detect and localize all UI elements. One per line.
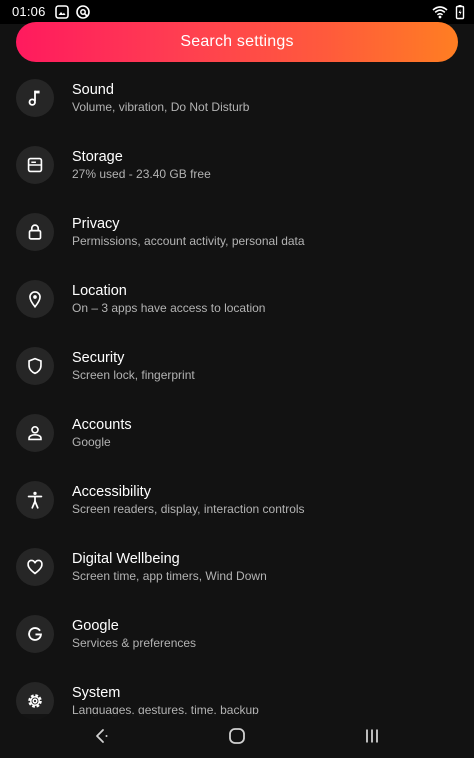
settings-item-privacy[interactable]: Privacy Permissions, account activity, p… <box>0 198 474 265</box>
wifi-icon <box>432 4 448 20</box>
settings-item-digital-wellbeing[interactable]: Digital Wellbeing Screen time, app timer… <box>0 533 474 600</box>
item-title: System <box>72 685 121 701</box>
accessibility-icon <box>16 481 54 519</box>
item-summary: Screen lock, fingerprint <box>72 368 195 382</box>
settings-item-sound[interactable]: Sound Volume, vibration, Do Not Disturb <box>0 64 474 131</box>
item-summary: 27% used - 23.40 GB free <box>72 167 211 181</box>
item-summary: Services & preferences <box>72 636 197 650</box>
shield-icon <box>16 347 54 385</box>
item-summary: Google <box>72 435 111 449</box>
settings-item-accounts[interactable]: Accounts Google <box>0 399 474 466</box>
search-settings-bar[interactable]: Search settings <box>16 22 458 62</box>
item-summary: On – 3 apps have access to location <box>72 301 266 315</box>
item-summary: Volume, vibration, Do Not Disturb <box>72 100 250 114</box>
google-g-icon <box>16 615 54 653</box>
settings-item-security[interactable]: Security Screen lock, fingerprint <box>0 332 474 399</box>
vpn-key-icon <box>75 4 91 20</box>
item-title: Google <box>72 618 119 634</box>
heart-icon <box>16 548 54 586</box>
item-summary: Screen time, app timers, Wind Down <box>72 569 267 583</box>
home-icon[interactable] <box>223 722 251 750</box>
item-title: Storage <box>72 149 123 165</box>
item-title: Security <box>72 350 125 366</box>
settings-item-storage[interactable]: Storage 27% used - 23.40 GB free <box>0 131 474 198</box>
recents-icon[interactable] <box>358 722 386 750</box>
lock-icon <box>16 213 54 251</box>
settings-item-location[interactable]: Location On – 3 apps have access to loca… <box>0 265 474 332</box>
item-title: Sound <box>72 82 114 98</box>
item-title: Privacy <box>72 216 120 232</box>
back-icon[interactable] <box>88 722 116 750</box>
item-title: Accessibility <box>72 484 151 500</box>
status-bar: 01:06 <box>0 0 474 24</box>
status-time: 01:06 <box>12 4 46 19</box>
storage-icon <box>16 146 54 184</box>
settings-item-accessibility[interactable]: Accessibility Screen readers, display, i… <box>0 466 474 533</box>
music-note-icon <box>16 79 54 117</box>
settings-item-google[interactable]: Google Services & preferences <box>0 600 474 667</box>
gallery-notification-icon <box>54 4 70 20</box>
item-title: Accounts <box>72 417 132 433</box>
settings-screen: 01:06 Search settings Sound Volume, vibr… <box>0 0 474 758</box>
account-icon <box>16 414 54 452</box>
battery-icon <box>452 4 468 20</box>
item-title: Digital Wellbeing <box>72 551 180 567</box>
item-title: Location <box>72 283 127 299</box>
search-label: Search settings <box>180 33 294 50</box>
location-pin-icon <box>16 280 54 318</box>
item-summary: Permissions, account activity, personal … <box>72 234 305 248</box>
navigation-bar <box>0 714 474 758</box>
item-summary: Screen readers, display, interaction con… <box>72 502 305 516</box>
